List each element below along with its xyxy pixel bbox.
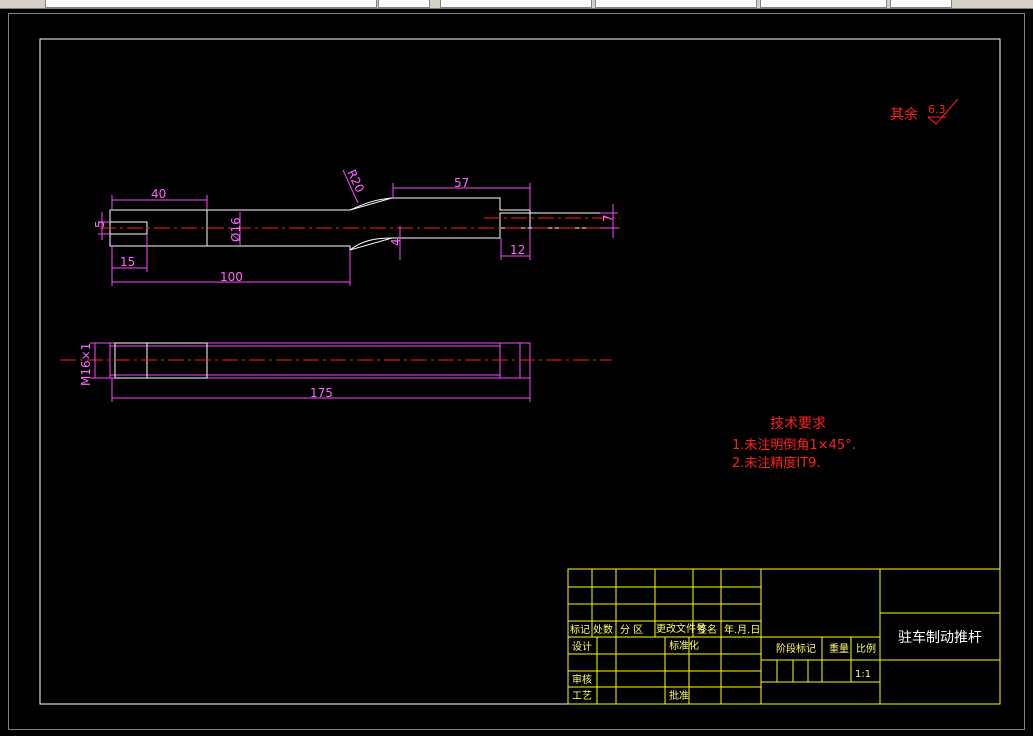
dim-7-text: 7: [601, 214, 615, 222]
tb-jieduan: 阶段标记: [776, 642, 816, 655]
tech-req-line2: 2.未注精度IT9.: [732, 455, 821, 471]
tech-req-line1: 1.未注明倒角1×45°.: [732, 438, 856, 453]
tb-col-biaoji: 标记: [570, 624, 590, 636]
status-bar: [0, 730, 1033, 736]
dim-57-text: 57: [454, 176, 469, 190]
top-view: 40 57 R20 5 Ø16 4 7 15 100 12: [93, 167, 620, 286]
dim-12-text: 12: [510, 243, 525, 257]
tb-row-biaozhun: 标准化: [669, 639, 699, 652]
tb-scale: 1:1: [855, 669, 871, 680]
side-view: M16×1 175: [60, 342, 612, 402]
tech-req-title: 技术要求: [770, 416, 826, 432]
tb-row-gongyi: 工艺: [572, 690, 592, 702]
dim-4-text: 4: [389, 238, 403, 246]
surface-finish-label: 其余: [890, 106, 918, 123]
dim-16-text: Ø16: [229, 217, 243, 242]
tb-col-date: 年.月.日: [724, 623, 760, 636]
dim-100-text: 100: [220, 270, 243, 284]
top-view-lower-outline: [109, 210, 530, 251]
tb-col-qianming: 签名: [697, 623, 717, 636]
tb-bili: 比例: [856, 642, 876, 655]
tb-row-shenhe: 审核: [572, 673, 592, 686]
dim-175-text: 175: [310, 386, 333, 400]
tb-col-fenqu: 分 区: [620, 624, 643, 636]
tb-row-pizhun: 批准: [669, 689, 689, 702]
dim-15-text: 15: [120, 255, 135, 269]
dim-m16-text: M16×1: [79, 343, 93, 386]
tb-row-sheji: 设计: [572, 640, 592, 653]
surface-finish-value: 6.3: [928, 103, 946, 116]
dim-5-text: 5: [93, 220, 107, 228]
top-view-upper-outline: [110, 197, 531, 228]
tb-col-chushu: 处数: [593, 623, 613, 636]
tb-zhongliang: 重量: [829, 642, 849, 655]
dim-40-text: 40: [151, 187, 166, 201]
drawing-svg: 其余 6.3 40 57 R20 5 Ø16 4 7 15 100 12 M16…: [39, 38, 1001, 705]
right-slot-outline: [499, 212, 614, 229]
tb-part-name: 驻车制动推杆: [898, 629, 982, 646]
